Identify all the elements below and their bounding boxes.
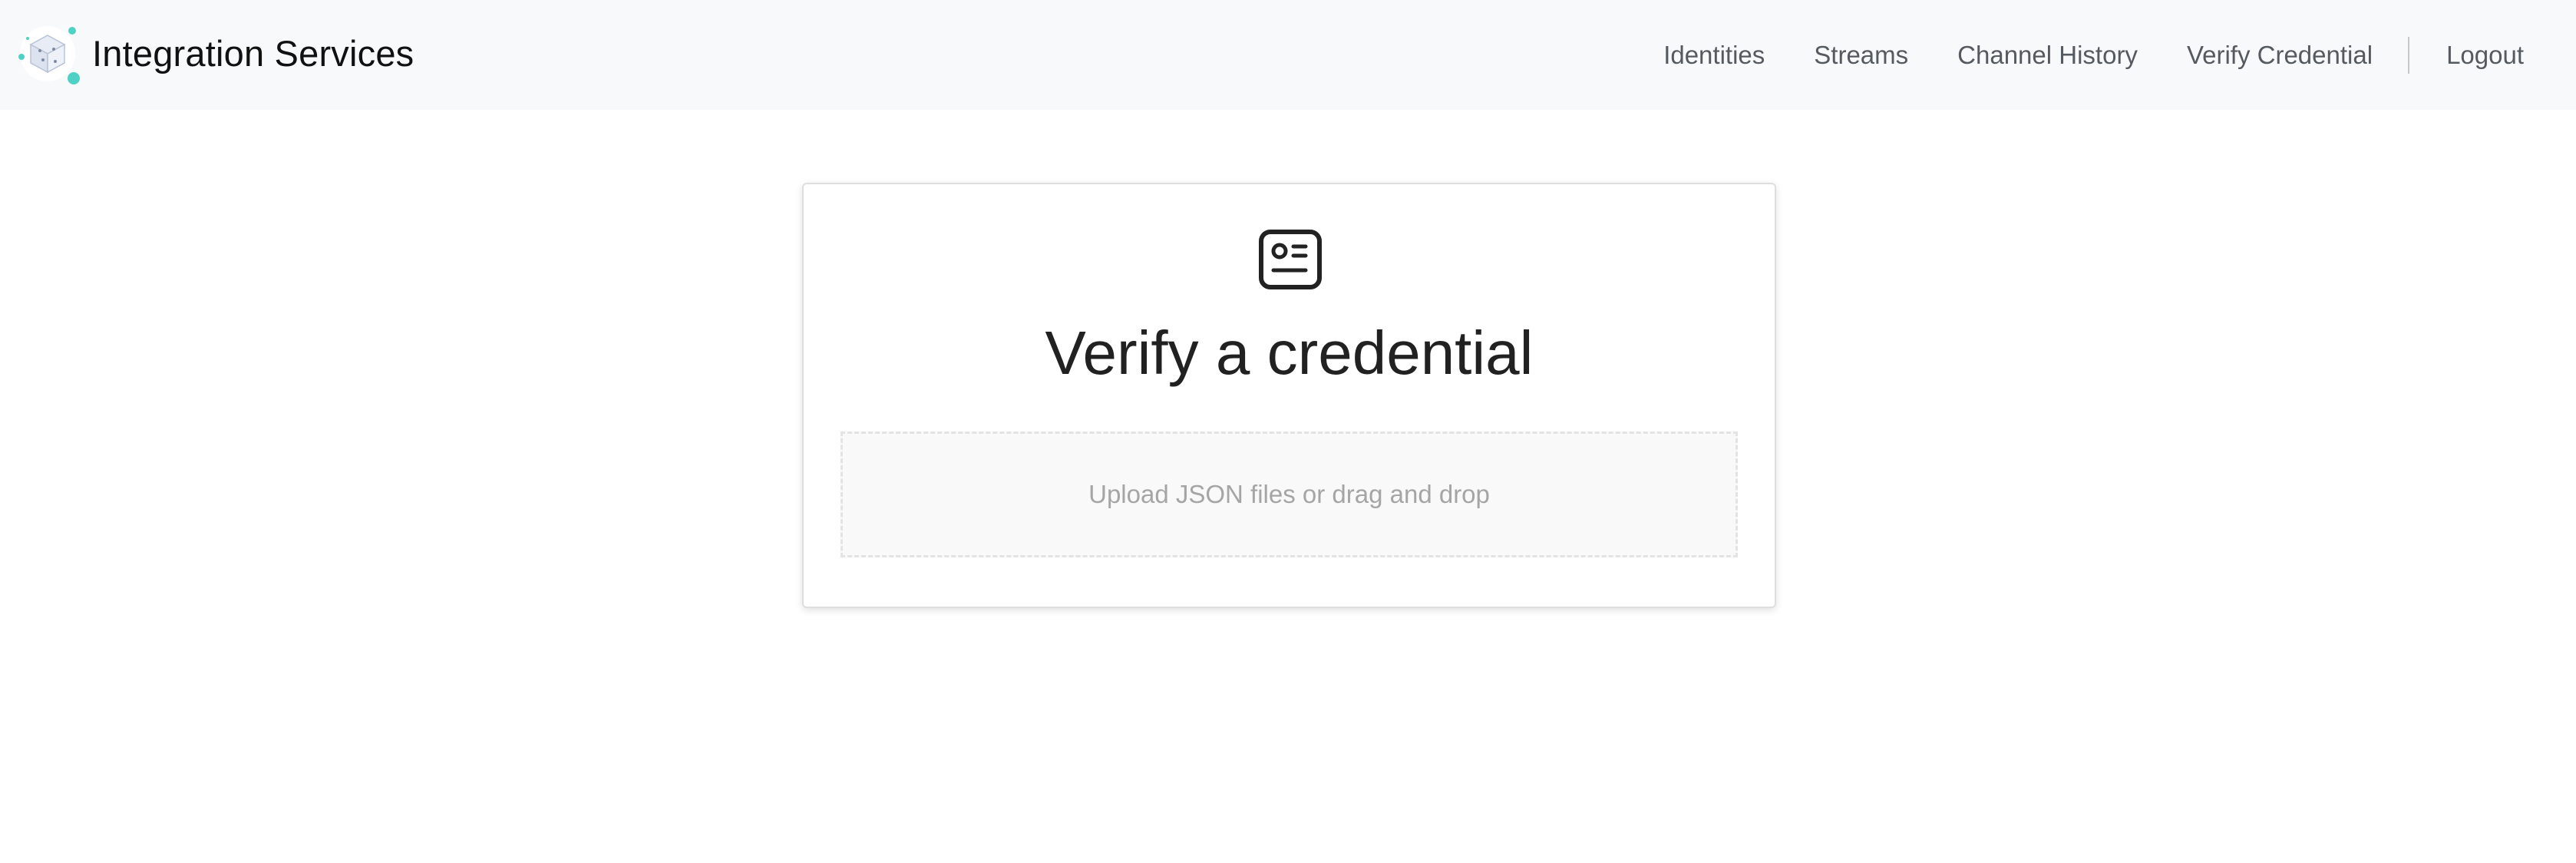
nav-divider [2408, 36, 2410, 74]
verify-credential-card: Verify a credential Upload JSON files or… [802, 183, 1776, 608]
nav-channel-history[interactable]: Channel History [1957, 40, 2138, 71]
iota-cube-logo [17, 21, 81, 86]
brand-name: Integration Services [92, 33, 414, 74]
dropzone-text: Upload JSON files or drag and drop [1088, 480, 1490, 508]
nav-verify-credential[interactable]: Verify Credential [2187, 40, 2373, 71]
id-card-icon [1258, 227, 1323, 292]
page-title: Verify a credential [1045, 319, 1534, 387]
main-nav: Identities Streams Channel History Verif… [1663, 0, 2576, 110]
nav-identities[interactable]: Identities [1663, 40, 1765, 71]
brand-link[interactable]: Integration Services [17, 21, 414, 86]
top-navbar: Integration Services Identities Streams … [0, 0, 2576, 110]
logout-link[interactable]: Logout [2446, 40, 2524, 71]
json-upload-dropzone[interactable]: Upload JSON files or drag and drop [841, 432, 1738, 557]
nav-streams[interactable]: Streams [1814, 40, 1908, 71]
